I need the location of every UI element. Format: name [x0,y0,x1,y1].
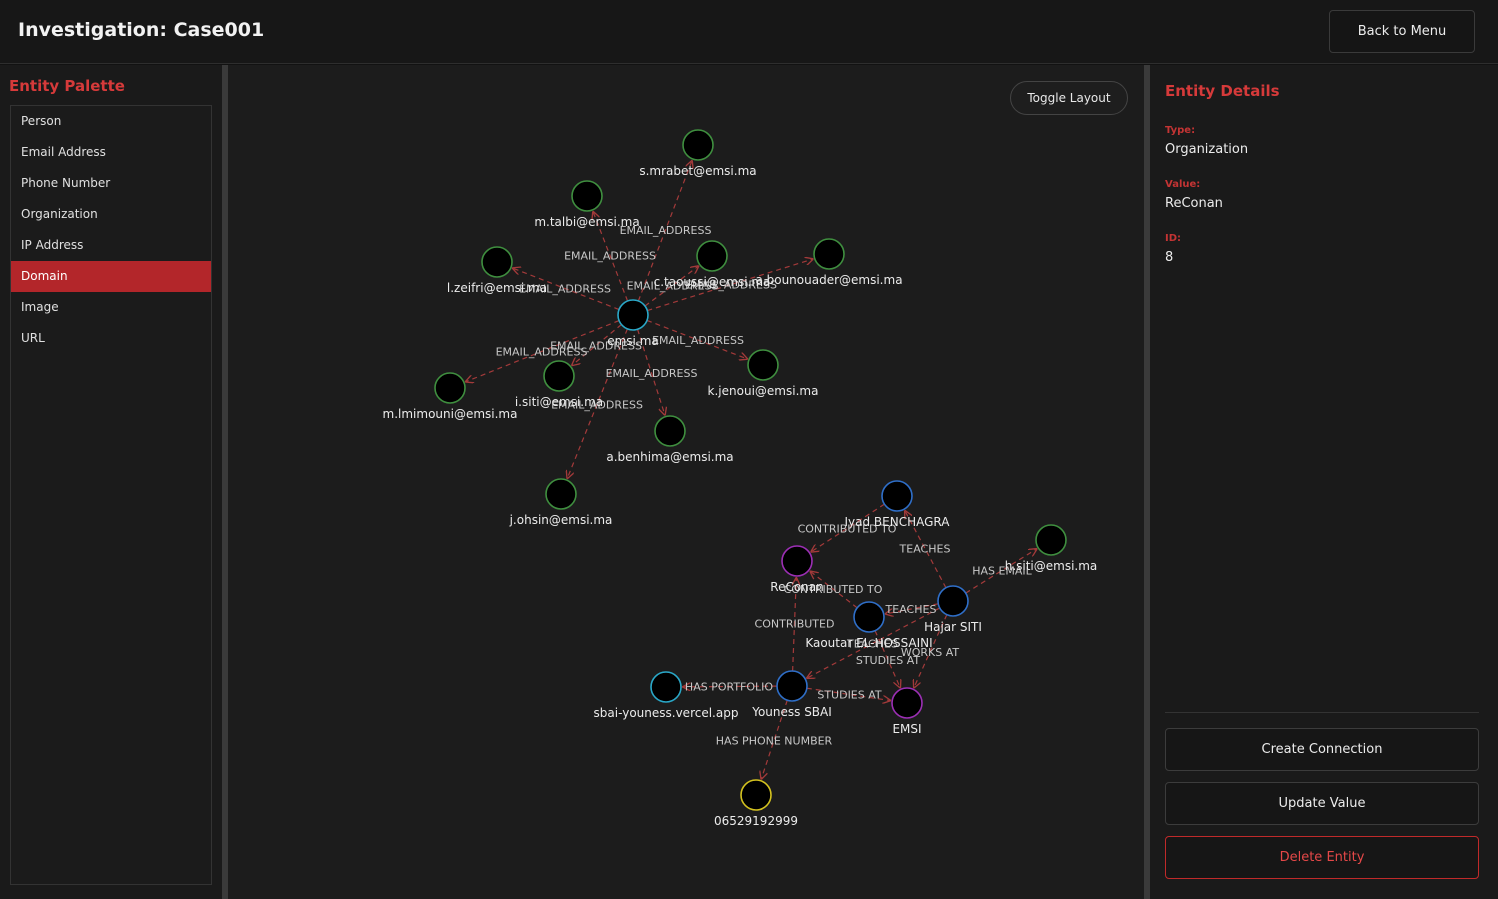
node-label: j.ohsin@emsi.ma [509,513,613,527]
node-circle[interactable] [1035,524,1067,556]
node-label: k.jenoui@emsi.ma [708,384,819,398]
node-label: a.bounouader@emsi.ma [755,273,902,287]
graph-node-email[interactable]: s.mrabet@emsi.ma [639,129,757,178]
node-circle[interactable] [853,601,885,633]
create-connection-button[interactable]: Create Connection [1165,728,1479,771]
palette-item-url[interactable]: URL [11,323,211,354]
edge-label: EMAIL_ADDRESS [496,346,588,359]
back-to-menu-button[interactable]: Back to Menu [1329,10,1475,53]
graph-node-email[interactable]: h.siti@emsi.ma [1005,524,1098,573]
node-label: sbai-youness.vercel.app [594,706,739,720]
app-header: Investigation: Case001 Back to Menu [0,0,1498,64]
node-circle[interactable] [747,349,779,381]
node-circle[interactable] [696,240,728,272]
edge-label: HAS PHONE NUMBER [716,735,833,748]
node-circle[interactable] [571,180,603,212]
node-circle[interactable] [937,585,969,617]
graph-node-domain[interactable]: emsi.ma [607,299,659,348]
palette-item-person[interactable]: Person [11,106,211,137]
node-label: h.siti@emsi.ma [1005,559,1098,573]
type-label: Type: [1165,125,1196,136]
value-label: Value: [1165,179,1201,190]
graph-node-person[interactable]: Iyad BENCHAGRA [845,480,951,529]
node-label: i.siti@emsi.ma [515,395,603,409]
palette-title: Entity Palette [9,77,125,95]
graph-node-email[interactable]: m.lmimouni@emsi.ma [383,372,518,421]
details-title: Entity Details [1165,82,1280,100]
details-divider [1165,712,1479,713]
node-circle[interactable] [650,671,682,703]
graph-node-org[interactable]: ReConan [770,545,824,594]
node-label: Youness SBAI [751,705,832,719]
delete-entity-button[interactable]: Delete Entity [1165,836,1479,879]
palette-item-ip-address[interactable]: IP Address [11,230,211,261]
node-label: 06529192999 [714,814,798,828]
entity-palette: Entity Palette Person Email Address Phon… [0,65,222,899]
palette-item-email-address[interactable]: Email Address [11,137,211,168]
type-value: Organization [1165,142,1249,157]
palette-item-domain[interactable]: Domain [11,261,211,292]
edge-label: EMAIL_ADDRESS [652,334,744,347]
graph-node-email[interactable]: j.ohsin@emsi.ma [509,478,613,527]
palette-item-organization[interactable]: Organization [11,199,211,230]
edge-label: TEACHES [885,603,937,616]
graph-node-email[interactable]: a.bounouader@emsi.ma [755,238,903,287]
node-label: Kaoutar EL-HOSSAINI [805,636,932,650]
graph-node-email[interactable]: l.zeifri@emsi.ma [447,246,547,295]
node-circle[interactable] [617,299,649,331]
graph-node-url[interactable]: sbai-youness.vercel.app [594,671,739,720]
node-circle[interactable] [545,478,577,510]
node-circle[interactable] [740,779,772,811]
id-label: ID: [1165,233,1182,244]
node-circle[interactable] [481,246,513,278]
node-circle[interactable] [781,545,813,577]
node-label: ReConan [770,580,823,594]
graph-node-phone[interactable]: 06529192999 [714,779,798,828]
page-title: Investigation: Case001 [18,19,265,41]
graph-view[interactable]: EMAIL_ADDRESS EMAIL_ADDRESS EMAIL_ADDRESS E… [228,65,1144,899]
node-circle[interactable] [654,415,686,447]
id-value: 8 [1165,250,1174,265]
node-label: EMSI [892,722,921,736]
node-circle[interactable] [813,238,845,270]
graph-node-email[interactable]: a.benhima@emsi.ma [606,415,734,464]
node-label: Iyad BENCHAGRA [845,515,951,529]
node-label: Hajar SITI [924,620,982,634]
edge-label: CONTRIBUTED [755,618,835,631]
edge-label: EMAIL_ADDRESS [564,250,656,263]
entity-details-panel: Entity Details Type: Organization Value:… [1150,65,1498,899]
toggle-layout-button[interactable]: Toggle Layout [1010,81,1128,115]
value-value: ReConan [1165,196,1223,211]
graph-node-email[interactable]: i.siti@emsi.ma [515,360,603,409]
palette-list: Person Email Address Phone Number Organi… [10,105,212,885]
node-circle[interactable] [434,372,466,404]
node-label: emsi.ma [607,334,659,348]
node-label: l.zeifri@emsi.ma [447,281,547,295]
node-label: c.taoussi@emsi.ma [654,275,771,289]
edge-label: STUDIES AT [817,689,882,702]
edge-label: EMAIL_ADDRESS [606,367,698,380]
node-circle[interactable] [776,670,808,702]
node-circle[interactable] [543,360,575,392]
edge-label: HAS PORTFOLIO [685,681,773,694]
graph-canvas[interactable]: EMAIL_ADDRESS EMAIL_ADDRESS EMAIL_ADDRESS E… [228,65,1144,899]
palette-item-image[interactable]: Image [11,292,211,323]
node-label: s.mrabet@emsi.ma [639,164,756,178]
update-value-button[interactable]: Update Value [1165,782,1479,825]
palette-item-phone-number[interactable]: Phone Number [11,168,211,199]
graph-node-email[interactable]: m.talbi@emsi.ma [534,180,640,229]
node-circle[interactable] [881,480,913,512]
node-label: m.talbi@emsi.ma [534,215,639,229]
node-circle[interactable] [682,129,714,161]
node-label: a.benhima@emsi.ma [606,450,733,464]
graph-node-email[interactable]: c.taoussi@emsi.ma [654,240,771,289]
graph-node-org[interactable]: EMSI [891,687,923,736]
node-circle[interactable] [891,687,923,719]
edge-label: TEACHES [899,543,951,556]
node-label: m.lmimouni@emsi.ma [383,407,518,421]
graph-node-email[interactable]: k.jenoui@emsi.ma [708,349,819,398]
